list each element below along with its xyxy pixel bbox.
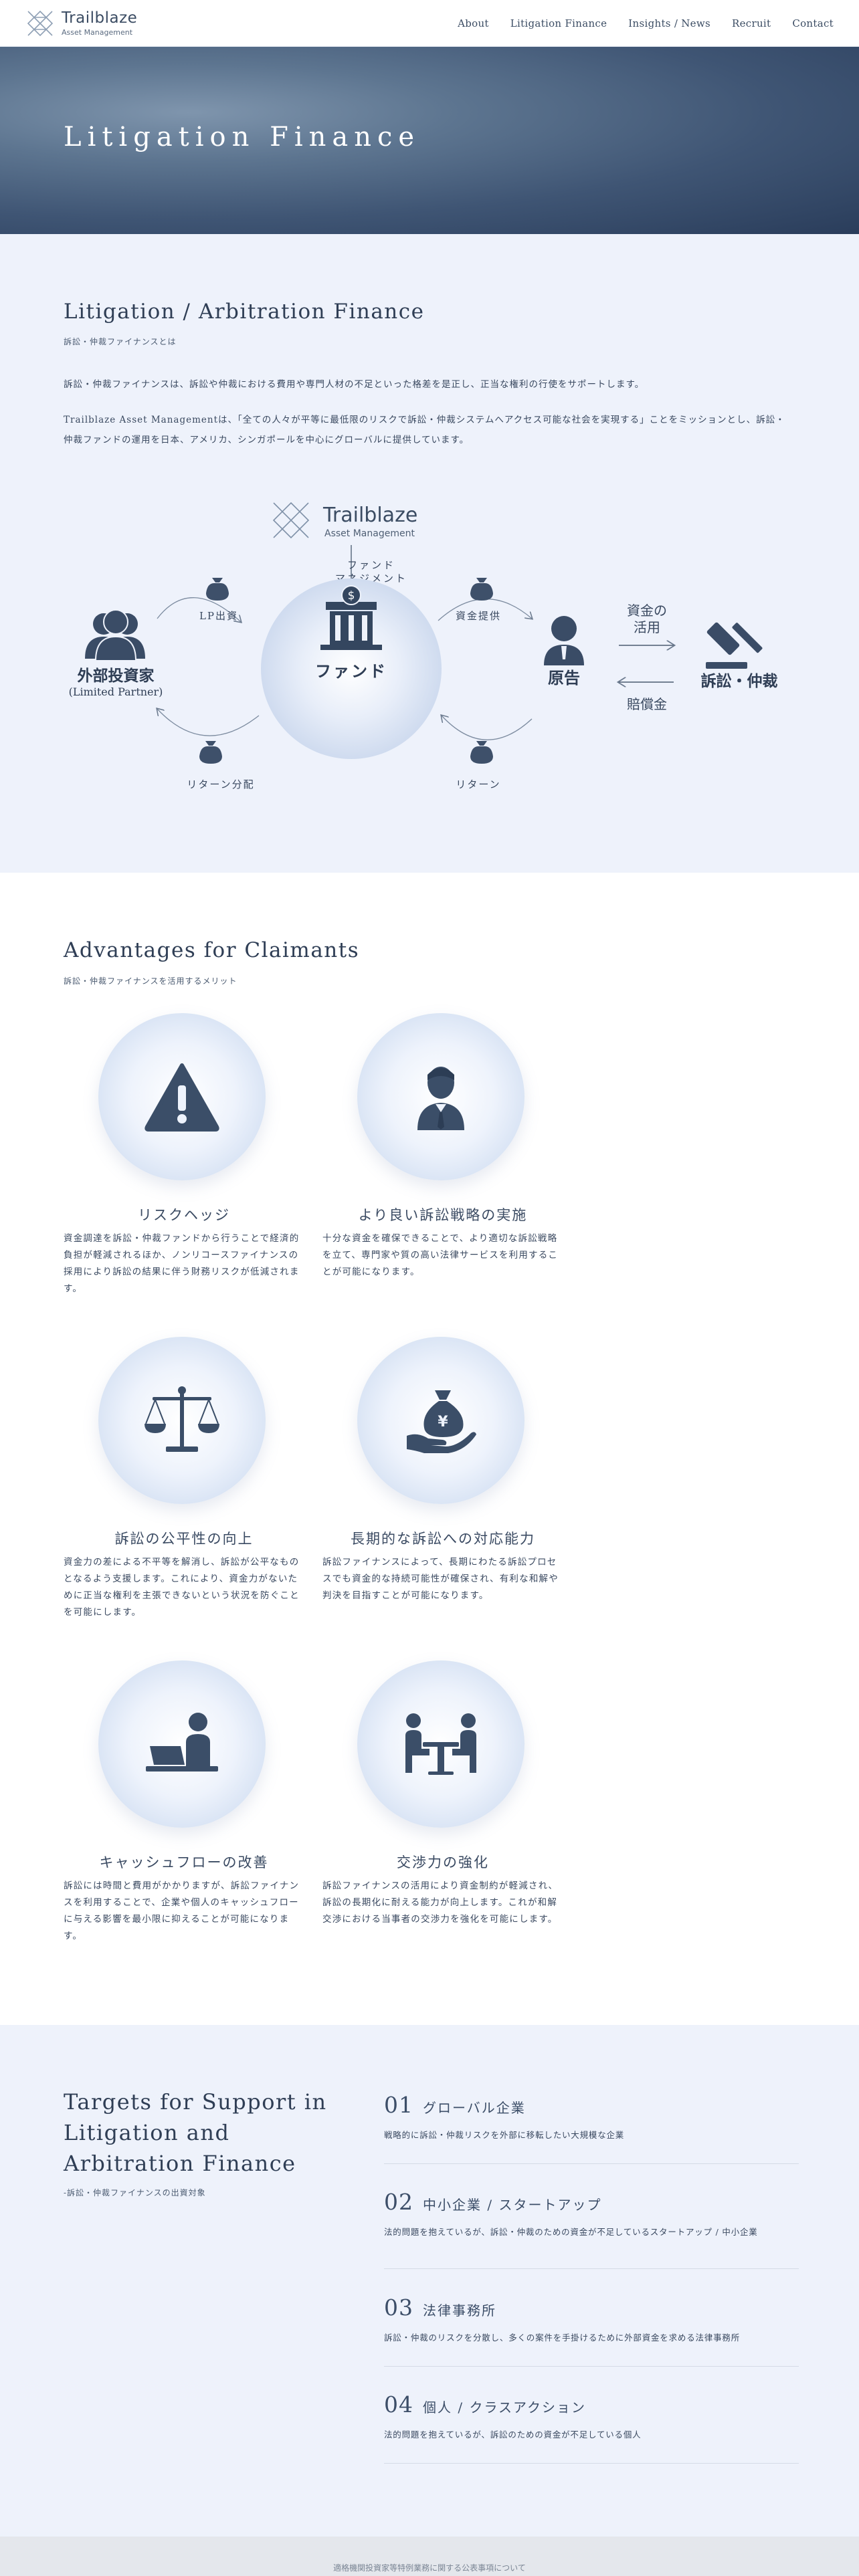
target-number: 02 — [384, 2189, 413, 2215]
targets-subtitle: -訴訟・仲裁ファイナンスの出資対象 — [64, 2188, 206, 2197]
target-name: グローバル企業 — [423, 2100, 526, 2116]
diagram-logo-name: Trailblaze — [322, 504, 417, 527]
intro-section: Litigation / Arbitration Finance 訴訟・仲裁ファ… — [0, 234, 859, 873]
label-funding: 資金提供 — [456, 610, 501, 622]
label-investors: 外部投資家 — [78, 667, 155, 685]
advantage-icon-circle — [357, 1013, 524, 1180]
advantage-title: キャッシュフローの改善 — [99, 1854, 269, 1870]
label-limited-partner: (Limited Partner) — [69, 685, 163, 698]
target-description: 訴訟・仲裁のリスクを分散し、多くの案件を手掛けるために外部資金を求める法律事務所 — [384, 2333, 741, 2343]
money-bag-icon — [199, 741, 222, 764]
advantage-text: 資金調達を訴訟・仲裁ファンドから行うことで経済的負担が軽減されるほか、ノンリコー… — [64, 1233, 300, 1294]
label-use-of-funds-2: 活用 — [634, 619, 660, 635]
target-description: 法的問題を抱えているが、訴訟・仲裁のための資金が不足しているスタートアップ / … — [384, 2227, 758, 2237]
footer-disclosure-link[interactable]: 適格機関投資家等特例業務に関する公表事項について — [0, 2562, 859, 2573]
money-bag-icon — [470, 741, 493, 764]
gavel-icon — [706, 622, 763, 669]
label-use-of-funds-1: 資金の — [627, 603, 667, 619]
logo-subtitle: Asset Management — [62, 27, 133, 37]
target-item: 02 中小企業 / スタートアップ 法的問題を抱えているが、訴訟・仲裁のための資… — [384, 2189, 799, 2269]
advantage-title: リスクヘッジ — [138, 1207, 230, 1223]
target-number: 01 — [384, 2092, 413, 2118]
advantage-text: 訴訟には時間と費用がかかりますが、訴訟ファイナンスを利用することで、企業や個人の… — [64, 1881, 300, 1941]
lawyer-icon — [417, 1067, 464, 1130]
advantage-title: 交渉力の強化 — [397, 1854, 489, 1870]
advantage-icon-circle — [98, 1660, 266, 1828]
advantage-icon-circle: ¥ — [357, 1337, 524, 1504]
laptop-person-icon — [146, 1713, 218, 1772]
label-fund: ファンド — [315, 661, 387, 681]
target-description: 法的問題を抱えているが、訴訟のための資金が不足している個人 — [384, 2430, 642, 2440]
money-bag-icon — [206, 578, 229, 601]
target-number: 04 — [384, 2391, 413, 2418]
diagram-logo: Trailblaze Asset Management — [272, 502, 417, 539]
advantage-icon-circle — [98, 1013, 266, 1180]
nav-about[interactable]: About — [458, 17, 489, 29]
advantages-section: Advantages for Claimants 訴訟・仲裁ファイナンスを活用す… — [0, 873, 859, 2025]
advantage-text: 十分な資金を確保できることで、より適切な訴訟戦略を立て、専門家や質の高い法律サー… — [322, 1233, 559, 1277]
advantages-subtitle: 訴訟・仲裁ファイナンスを活用するメリット — [64, 976, 237, 986]
negotiation-icon — [405, 1713, 476, 1775]
label-fund-management-1: ファンド — [347, 559, 395, 571]
advantage-title: 訴訟の公平性の向上 — [114, 1531, 254, 1547]
site-footer: 適格機関投資家等特例業務に関する公表事項について — [0, 2537, 859, 2576]
investors-icon — [85, 609, 145, 661]
advantage-title: 長期的な訴訟への対応能力 — [351, 1531, 535, 1547]
scales-icon — [145, 1386, 219, 1452]
target-item: 04 個人 / クラスアクション 法的問題を抱えているが、訴訟のための資金が不足… — [384, 2391, 799, 2464]
intro-title: Litigation / Arbitration Finance — [64, 300, 425, 324]
target-item: 03 法律事務所 訴訟・仲裁のリスクを分散し、多くの案件を手掛けるために外部資金… — [384, 2294, 799, 2367]
targets-title: Targets for Support in Litigation and Ar… — [64, 2089, 327, 2176]
logo-name: Trailblaze — [62, 9, 138, 27]
label-litigation-arbitration: 訴訟・仲裁 — [701, 672, 778, 690]
advantage-text: 訴訟ファイナンスの活用により資金制約が軽減され、訴訟の長期化に耐える能力が向上し… — [322, 1881, 559, 1925]
label-plaintiff: 原告 — [548, 668, 580, 687]
target-name: 法律事務所 — [423, 2302, 496, 2319]
nav-litigation-finance[interactable]: Litigation Finance — [510, 17, 607, 29]
warning-icon — [145, 1063, 219, 1132]
advantage-title: より良い訴訟戦略の実施 — [358, 1207, 528, 1223]
site-header: Trailblaze Asset Management About Litiga… — [0, 0, 859, 47]
money-bag-icon — [470, 578, 493, 601]
nav-contact[interactable]: Contact — [792, 17, 834, 29]
main-nav: About Litigation Finance Insights / News… — [458, 17, 834, 29]
target-name: 中小企業 / スタートアップ — [423, 2197, 602, 2213]
intro-subtitle: 訴訟・仲裁ファイナンスとは — [64, 337, 177, 346]
nav-insights-news[interactable]: Insights / News — [628, 17, 710, 29]
label-lp-investment: LP出資 — [199, 610, 238, 622]
advantage-icon-circle — [357, 1660, 524, 1828]
logo[interactable]: Trailblaze Asset Management — [25, 9, 137, 38]
targets-section: Targets for Support in Litigation and Ar… — [0, 2025, 859, 2537]
advantage-text: 訴訟ファイナンスによって、長期にわたる訴訟プロセスでも資金的な持続可能性が確保さ… — [322, 1557, 559, 1601]
hero-banner: Litigation Finance — [0, 47, 859, 234]
diagram-logo-sub: Asset Management — [324, 528, 415, 539]
intro-paragraph-2: Trailblaze Asset Managementは、「全ての人々が平等に最… — [64, 415, 785, 445]
target-description: 戦略的に訴訟・仲裁リスクを外部に移転したい大規模な企業 — [384, 2130, 625, 2140]
advantage-icon-circle — [98, 1337, 266, 1504]
advantage-text: 資金力の差による不平等を解消し、訴訟が公平なものとなるよう支援します。これにより… — [64, 1557, 300, 1618]
target-name: 個人 / クラスアクション — [423, 2399, 587, 2416]
nav-recruit[interactable]: Recruit — [732, 17, 771, 29]
svg-text:¥: ¥ — [438, 1414, 448, 1430]
advantages-title: Advantages for Claimants — [64, 938, 360, 962]
intro-paragraph-1: 訴訟・仲裁ファイナンスは、訴訟や仲裁における費用や専門人材の不足といった格差を是… — [64, 379, 645, 390]
money-bag-hand-icon: ¥ — [407, 1390, 476, 1453]
label-return-distribution: リターン分配 — [187, 778, 254, 790]
fund-structure-diagram: Trailblaze Asset Management ファンド マネジメント … — [64, 495, 796, 796]
plaintiff-icon — [544, 616, 584, 665]
hero-title: Litigation Finance — [64, 122, 421, 152]
target-number: 03 — [384, 2294, 413, 2321]
label-compensation: 賠償金 — [627, 696, 667, 712]
target-item: 01 グローバル企業 戦略的に訴訟・仲裁リスクを外部に移転したい大規模な企業 — [384, 2092, 799, 2164]
label-return: リターン — [456, 778, 500, 790]
svg-text:$: $ — [348, 589, 355, 603]
logo-mark-icon — [27, 10, 54, 36]
